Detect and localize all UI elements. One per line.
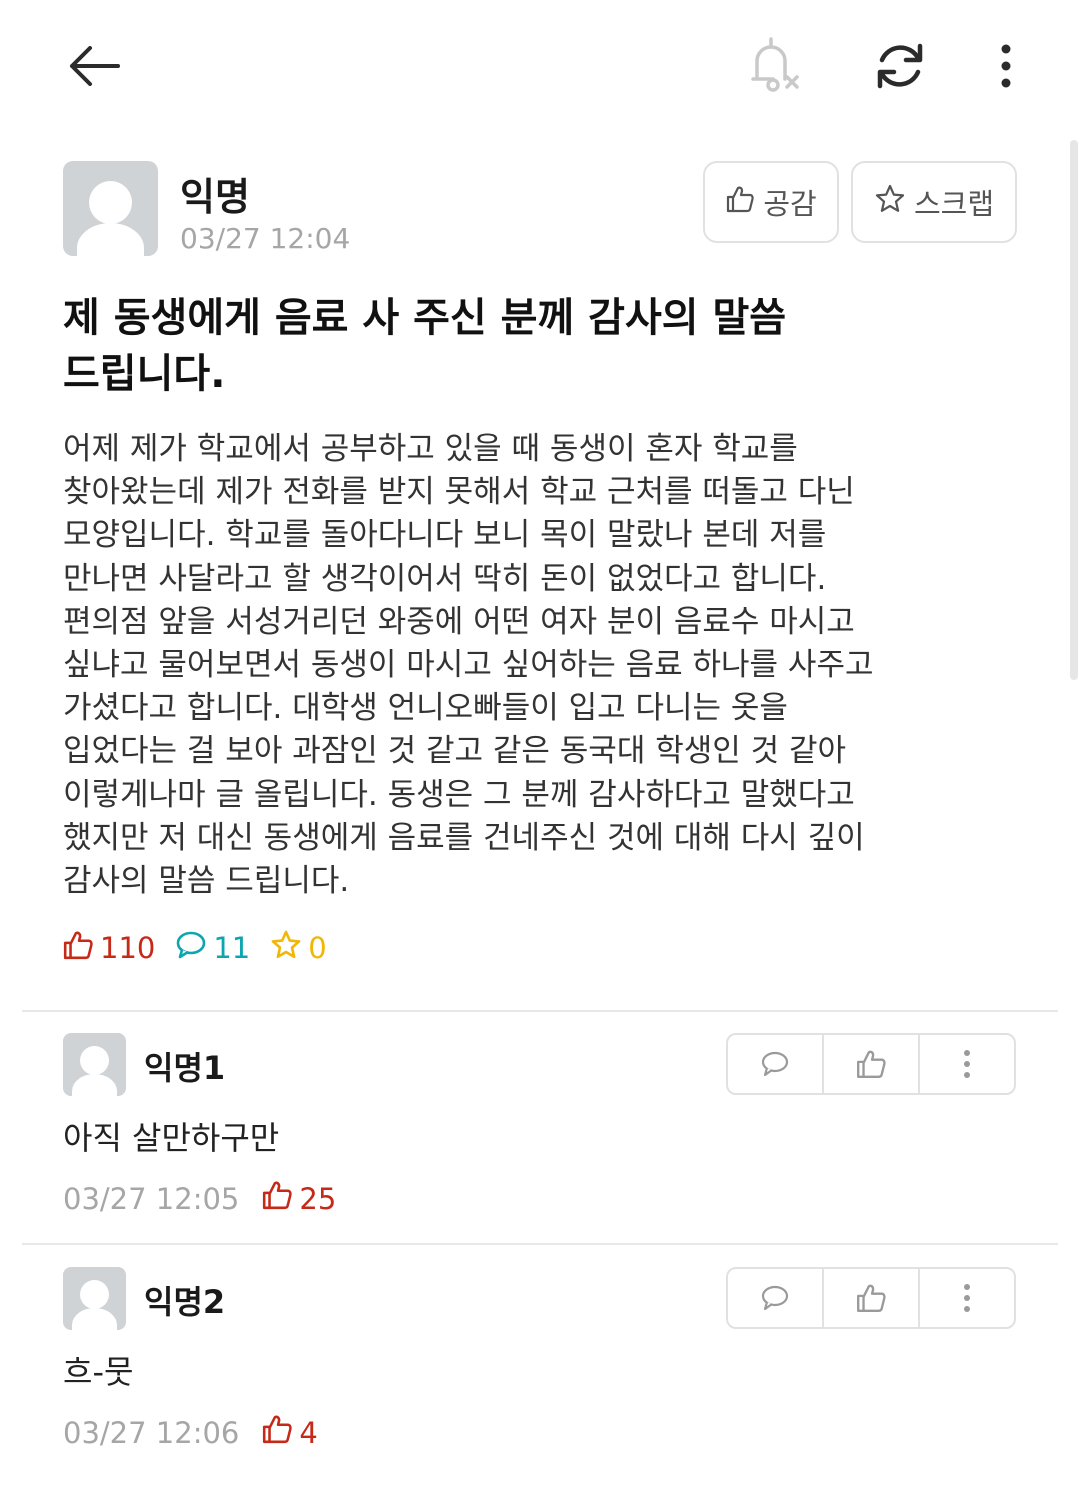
post-time: 03/27 12:04 xyxy=(180,222,351,255)
like-button[interactable]: 공감 xyxy=(703,161,839,243)
post-content: 어제 제가 학교에서 공부하고 있을 때 동생이 혼자 학교를 찾아왔는데 제가… xyxy=(63,431,874,900)
thumbs-up-icon xyxy=(725,184,755,221)
post-title: 제 동생에게 음료 사 주신 분께 감사의 말씀 드립니다. xyxy=(63,295,787,397)
comment-item: 익명1 아직 살만하구만 03/27 12:05 25 xyxy=(0,1033,1080,1265)
scrap-button[interactable]: 스크랩 xyxy=(851,161,1017,243)
scrap-count: 0 xyxy=(270,929,327,968)
comment-time: 03/27 12:06 xyxy=(63,1415,240,1450)
comment-count: 11 xyxy=(175,930,250,967)
comment-like-count: 4 xyxy=(261,1413,318,1452)
scrap-button-label: 스크랩 xyxy=(913,187,995,221)
reply-icon[interactable] xyxy=(728,1035,824,1093)
comment-meta: 03/27 12:05 25 xyxy=(63,1179,336,1218)
more-vertical-icon[interactable] xyxy=(920,1035,1014,1093)
scrollbar[interactable] xyxy=(1070,140,1078,680)
divider xyxy=(22,1243,1058,1245)
comment-actions xyxy=(726,1267,1016,1329)
comment-like-count: 25 xyxy=(261,1179,336,1218)
more-vertical-icon[interactable] xyxy=(920,1269,1014,1327)
more-vertical-icon[interactable] xyxy=(984,36,1028,96)
comment-meta: 03/27 12:06 4 xyxy=(63,1413,318,1452)
star-icon xyxy=(874,183,906,222)
thumbs-up-icon xyxy=(62,929,94,968)
post-author: 익명 xyxy=(180,175,250,219)
like-count: 110 xyxy=(62,929,155,968)
reply-icon[interactable] xyxy=(728,1269,824,1327)
thumbs-up-icon xyxy=(261,1179,293,1218)
notification-off-icon[interactable] xyxy=(740,30,810,100)
top-bar xyxy=(0,0,1080,130)
refresh-icon[interactable] xyxy=(866,32,934,100)
star-icon xyxy=(270,929,302,968)
comment-author: 익명1 xyxy=(144,1049,226,1087)
back-arrow-icon[interactable] xyxy=(64,36,124,96)
comment-text: 흐-뭇 xyxy=(63,1353,134,1391)
comment-icon xyxy=(175,930,207,967)
thumbs-up-icon[interactable] xyxy=(824,1269,920,1327)
comment-item: 익명2 흐-뭇 03/27 12:06 4 xyxy=(0,1267,1080,1499)
avatar xyxy=(63,1033,126,1096)
comment-actions xyxy=(726,1033,1016,1095)
like-button-label: 공감 xyxy=(763,187,817,221)
thumbs-up-icon xyxy=(261,1413,293,1452)
divider xyxy=(22,1010,1058,1012)
avatar xyxy=(63,161,158,256)
post-stats: 110 11 0 xyxy=(62,926,347,970)
comment-author: 익명2 xyxy=(144,1283,226,1321)
comment-text: 아직 살만하구만 xyxy=(63,1119,280,1157)
avatar xyxy=(63,1267,126,1330)
thumbs-up-icon[interactable] xyxy=(824,1035,920,1093)
comment-time: 03/27 12:05 xyxy=(63,1181,240,1216)
